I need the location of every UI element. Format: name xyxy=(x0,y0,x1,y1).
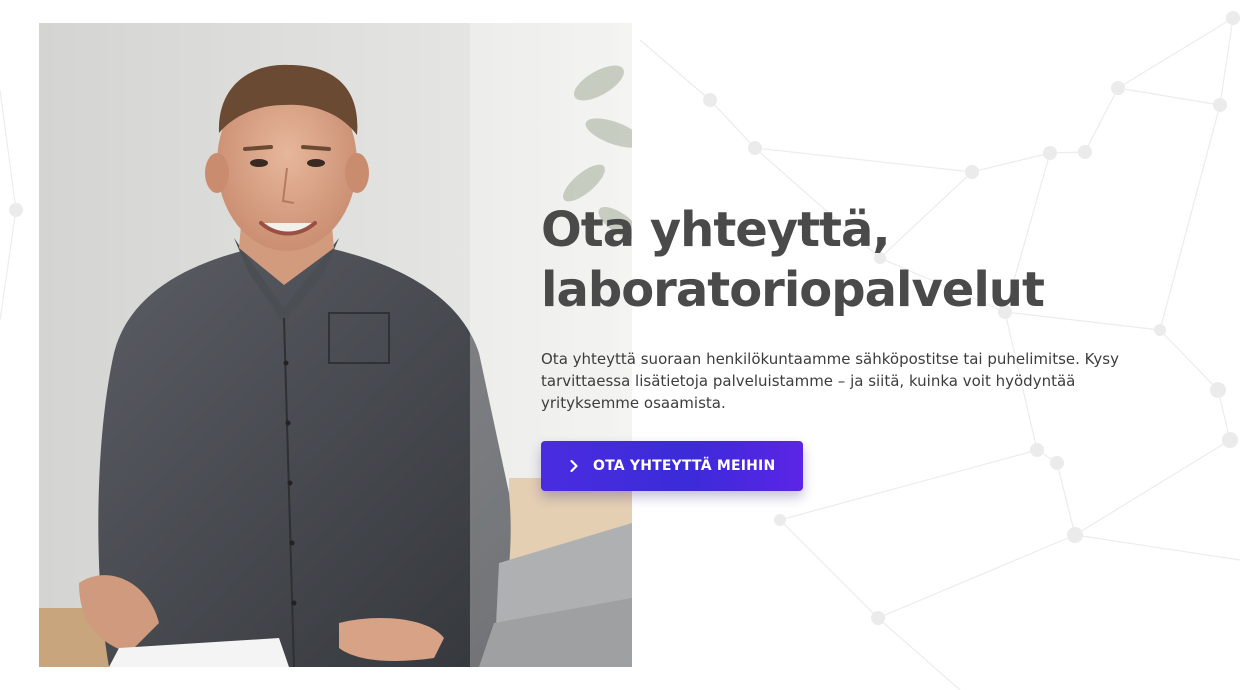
page-title-line-1: Ota yhteyttä, xyxy=(541,202,891,258)
hero-content: Ota yhteyttä, laboratoriopalvelut Ota yh… xyxy=(541,200,1141,491)
intro-paragraph: Ota yhteyttä suoraan henkilökuntaamme sä… xyxy=(541,350,1119,412)
chevron-right-icon xyxy=(567,459,581,473)
contact-hero-section: Ota yhteyttä, laboratoriopalvelut Ota yh… xyxy=(0,0,1240,690)
contact-us-button[interactable]: OTA YHTEYTTÄ MEIHIN xyxy=(541,441,804,491)
page-title: Ota yhteyttä, laboratoriopalvelut xyxy=(541,200,1141,320)
contact-us-button-label: OTA YHTEYTTÄ MEIHIN xyxy=(593,458,776,474)
page-title-line-2: laboratoriopalvelut xyxy=(541,262,1045,318)
